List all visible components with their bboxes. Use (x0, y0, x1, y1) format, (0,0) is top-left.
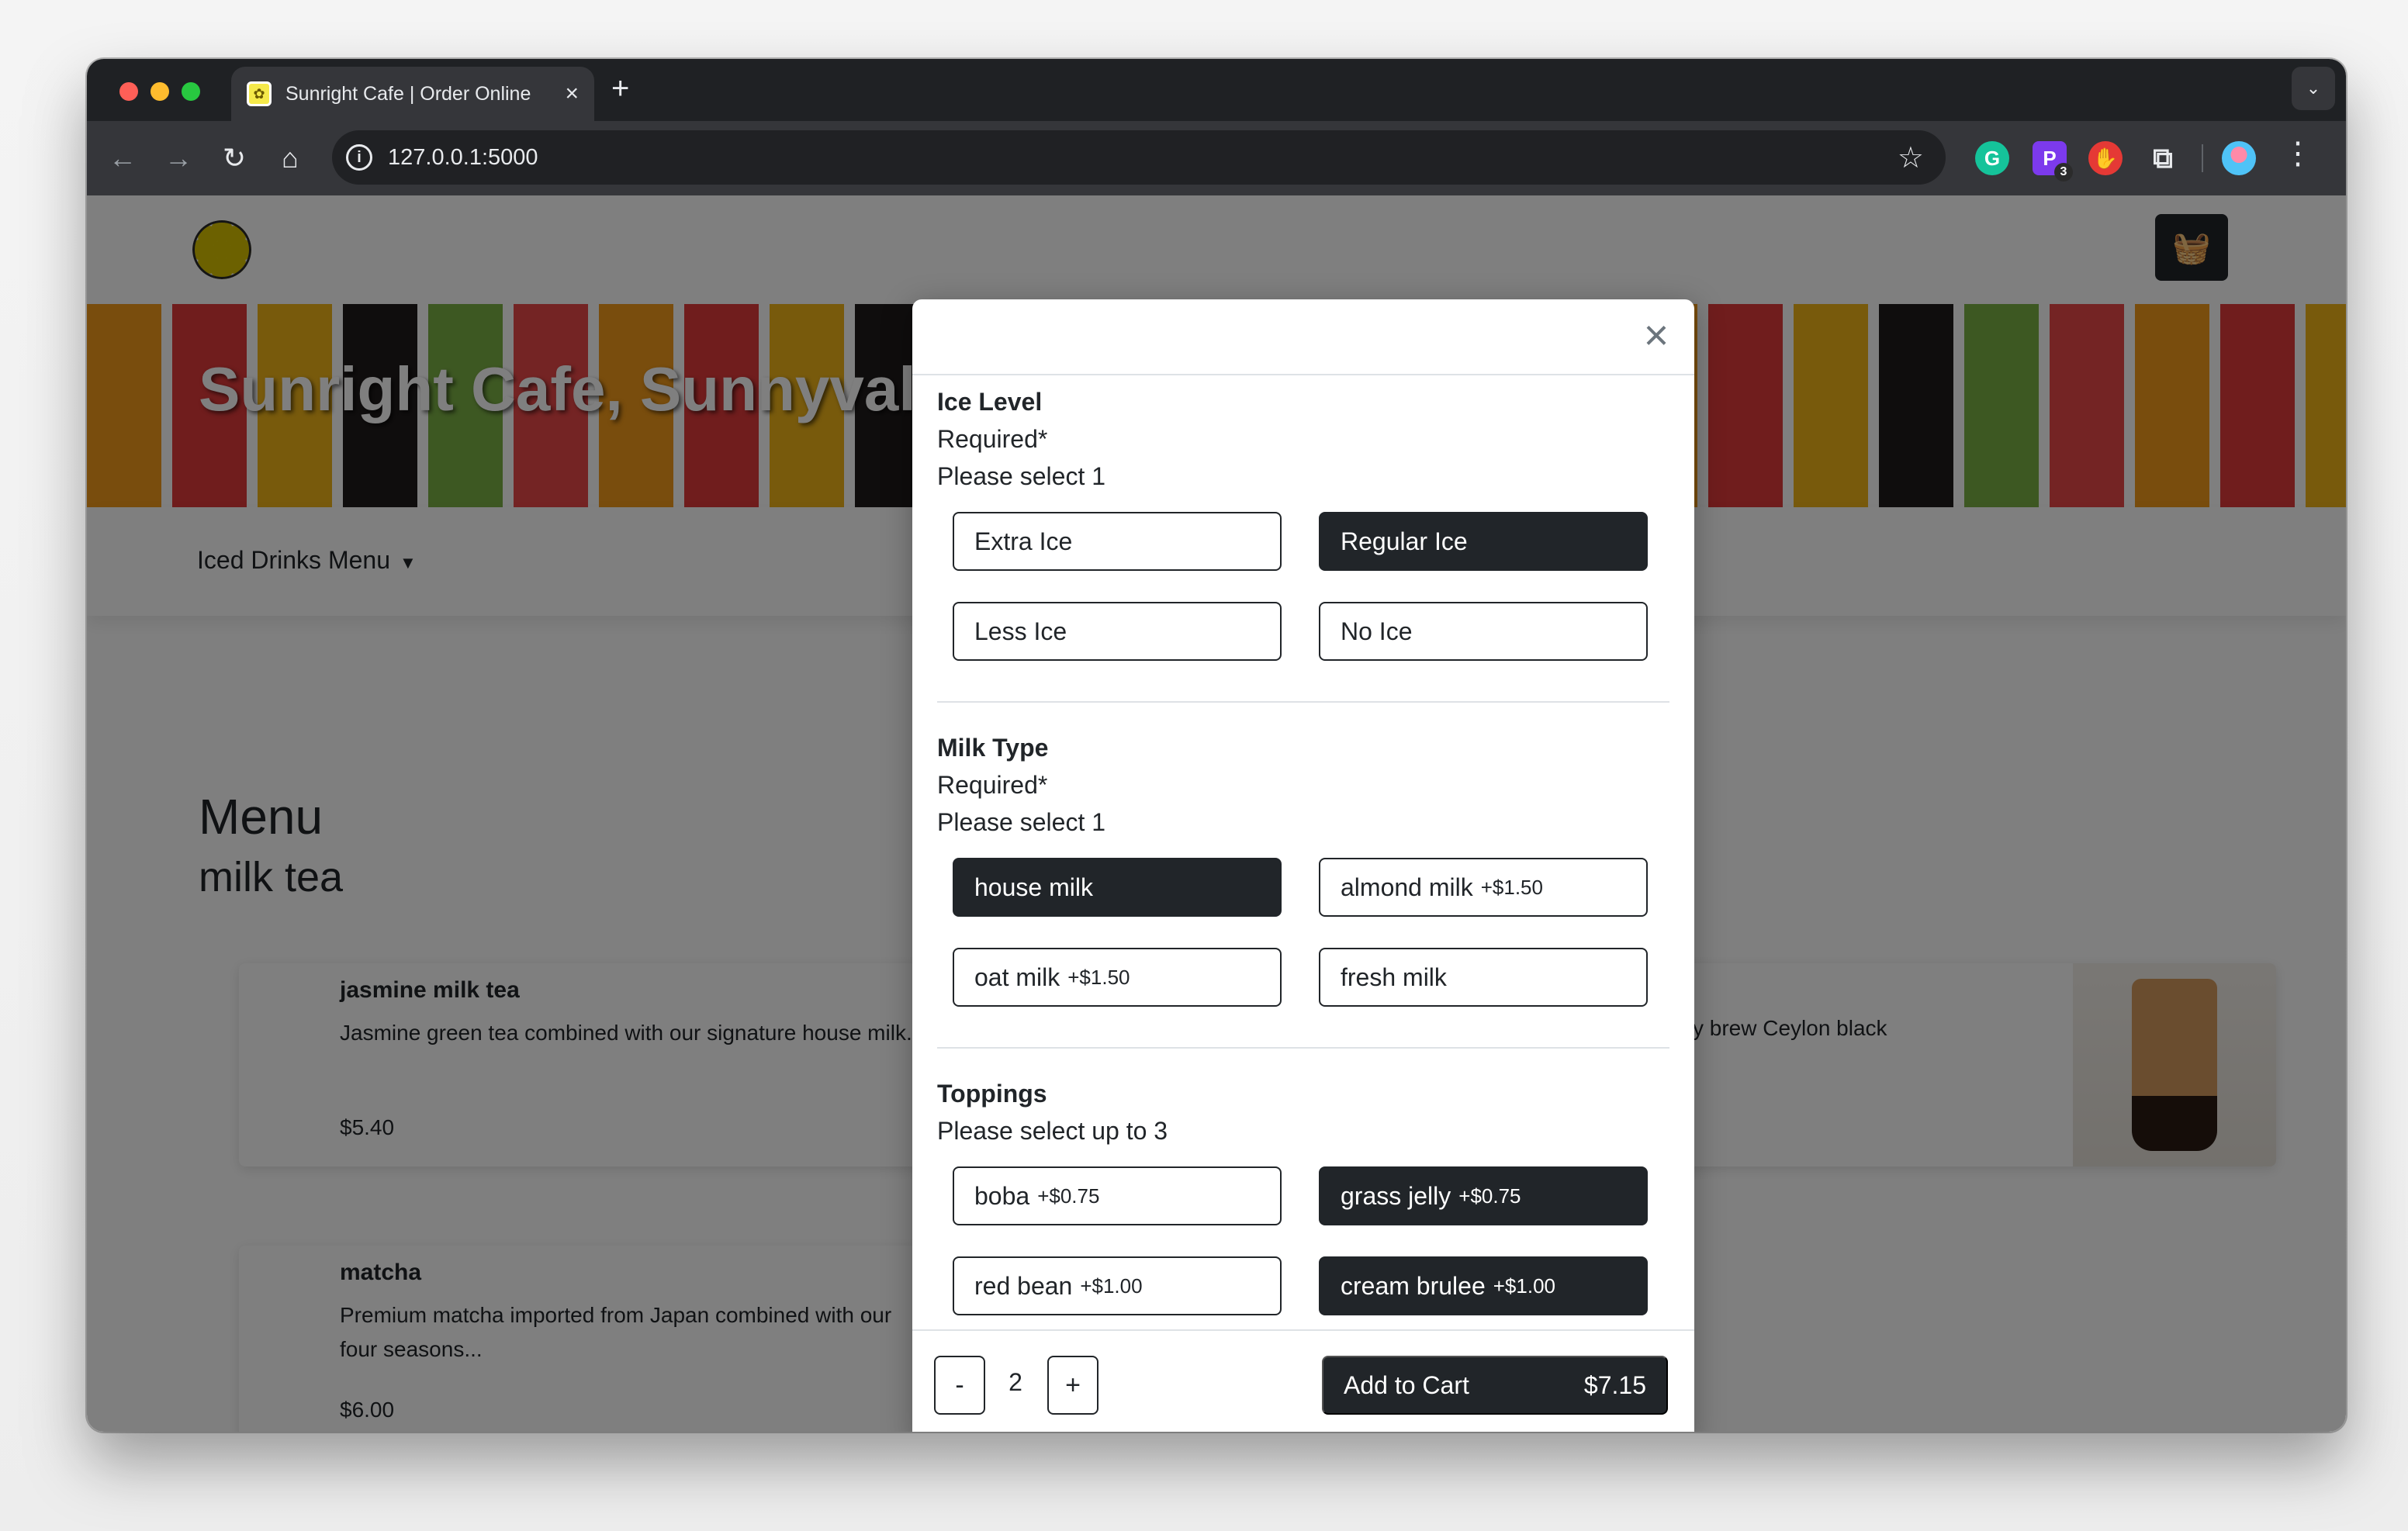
section-title: Ice Level (937, 388, 1043, 416)
minimize-window-button[interactable] (150, 82, 169, 101)
option-label: No Ice (1341, 617, 1413, 645)
reload-button[interactable]: ↻ (214, 138, 254, 178)
option-price: +$1.00 (1493, 1274, 1555, 1298)
milk-type-section: Milk Type Required* Please select 1 hous… (937, 729, 1669, 1049)
modal-body: Ice Level Required* Please select 1 Extr… (912, 375, 1694, 1329)
option-grid: house milk almond milk +$1.50 oat milk +$1… (953, 858, 1669, 1007)
option-price: +$0.75 (1037, 1184, 1100, 1208)
close-window-button[interactable] (119, 82, 138, 101)
url-text[interactable]: 127.0.0.1:5000 (388, 145, 1898, 171)
section-title: Toppings (937, 1080, 1047, 1108)
extension-badge: 3 (2054, 163, 2073, 181)
option-almond-milk[interactable]: almond milk +$1.50 (1319, 858, 1648, 917)
home-button[interactable]: ⌂ (270, 138, 310, 178)
select-instruction: Please select 1 (937, 462, 1106, 490)
add-to-cart-label: Add to Cart (1344, 1370, 1469, 1399)
modal-header: × (912, 299, 1694, 375)
profile-avatar[interactable] (2222, 141, 2256, 175)
decrease-quantity-button[interactable]: - (934, 1356, 985, 1415)
option-grid: boba +$0.75 grass jelly +$0.75 red bean +$1… (953, 1166, 1669, 1315)
order-total: $7.15 (1583, 1370, 1646, 1399)
toolbar-divider (2202, 144, 2203, 172)
address-bar[interactable]: i 127.0.0.1:5000 ☆ (332, 130, 1946, 185)
tab-close-icon[interactable]: × (565, 82, 579, 105)
option-label: red bean (974, 1271, 1073, 1300)
option-label: almond milk (1341, 873, 1473, 901)
grammarly-extension-icon[interactable]: G (1975, 141, 2009, 175)
browser-menu-icon[interactable]: ⋮ (2282, 138, 2313, 169)
quantity-value: 2 (1009, 1368, 1022, 1396)
extensions-puzzle-icon[interactable]: ⧉ (2146, 141, 2180, 175)
option-fresh-milk[interactable]: fresh milk (1319, 948, 1648, 1007)
required-label: Required* (937, 771, 1048, 799)
option-label: grass jelly (1341, 1181, 1451, 1210)
option-price: +$1.50 (1480, 875, 1543, 899)
required-label: Required* (937, 425, 1048, 453)
tab-title: Sunright Cafe | Order Online (285, 82, 531, 105)
toppings-section: Toppings Please select up to 3 boba +$0.7… (937, 1075, 1669, 1315)
select-instruction: Please select up to 3 (937, 1117, 1168, 1145)
option-boba[interactable]: boba +$0.75 (953, 1166, 1282, 1225)
ice-level-section: Ice Level Required* Please select 1 Extr… (937, 383, 1669, 703)
option-label: oat milk (974, 962, 1060, 991)
option-label: Less Ice (974, 617, 1067, 645)
forward-button[interactable]: → (158, 138, 199, 178)
section-divider (937, 1047, 1669, 1049)
browser-tab[interactable]: ✿ Sunright Cafe | Order Online × (231, 67, 594, 121)
increase-quantity-button[interactable]: + (1047, 1356, 1098, 1415)
option-cream-brulee[interactable]: cream brulee +$1.00 (1319, 1256, 1648, 1315)
tab-search-button[interactable]: ⌄ (2292, 67, 2335, 110)
browser-window: ✿ Sunright Cafe | Order Online × + ⌄ ← →… (87, 59, 2346, 1432)
site-info-icon[interactable]: i (346, 144, 372, 171)
modal-footer: - 2 + Add to Cart $7.15 (912, 1329, 1694, 1432)
option-house-milk[interactable]: house milk (953, 858, 1282, 917)
option-label: fresh milk (1341, 962, 1447, 991)
option-label: Extra Ice (974, 527, 1073, 555)
maximize-window-button[interactable] (182, 82, 200, 101)
option-grass-jelly[interactable]: grass jelly +$0.75 (1319, 1166, 1648, 1225)
item-options-modal: × Ice Level Required* Please select 1 Ex… (912, 299, 1694, 1432)
option-label: boba (974, 1181, 1030, 1210)
close-icon[interactable]: × (1637, 313, 1676, 357)
option-extra-ice[interactable]: Extra Ice (953, 512, 1282, 571)
option-label: Regular Ice (1341, 527, 1468, 555)
option-price: +$0.75 (1458, 1184, 1521, 1208)
section-divider (937, 701, 1669, 703)
option-red-bean[interactable]: red bean +$1.00 (953, 1256, 1282, 1315)
option-label: cream brulee (1341, 1271, 1486, 1300)
stop-hand-extension-icon[interactable]: ✋ (2088, 141, 2123, 175)
option-oat-milk[interactable]: oat milk +$1.50 (953, 948, 1282, 1007)
option-less-ice[interactable]: Less Ice (953, 602, 1282, 661)
browser-toolbar: ← → ↻ ⌂ i 127.0.0.1:5000 ☆ G P 3 ✋ ⧉ ⋮ (87, 121, 2346, 195)
back-button[interactable]: ← (102, 138, 143, 178)
new-tab-button[interactable]: + (611, 73, 629, 104)
option-label: house milk (974, 873, 1093, 901)
add-to-cart-button[interactable]: Add to Cart $7.15 (1322, 1356, 1668, 1415)
option-regular-ice[interactable]: Regular Ice (1319, 512, 1648, 571)
favicon-icon: ✿ (247, 81, 272, 106)
option-no-ice[interactable]: No Ice (1319, 602, 1648, 661)
option-grid: Extra Ice Regular Ice Less Ice No Ice (953, 512, 1669, 661)
tab-strip: ✿ Sunright Cafe | Order Online × + ⌄ (87, 59, 2346, 121)
option-price: +$1.50 (1067, 965, 1130, 989)
option-price: +$1.00 (1080, 1274, 1143, 1298)
bookmark-star-icon[interactable]: ☆ (1898, 140, 1924, 175)
p-extension-icon[interactable]: P 3 (2033, 141, 2073, 181)
select-instruction: Please select 1 (937, 808, 1106, 836)
section-title: Milk Type (937, 734, 1049, 762)
